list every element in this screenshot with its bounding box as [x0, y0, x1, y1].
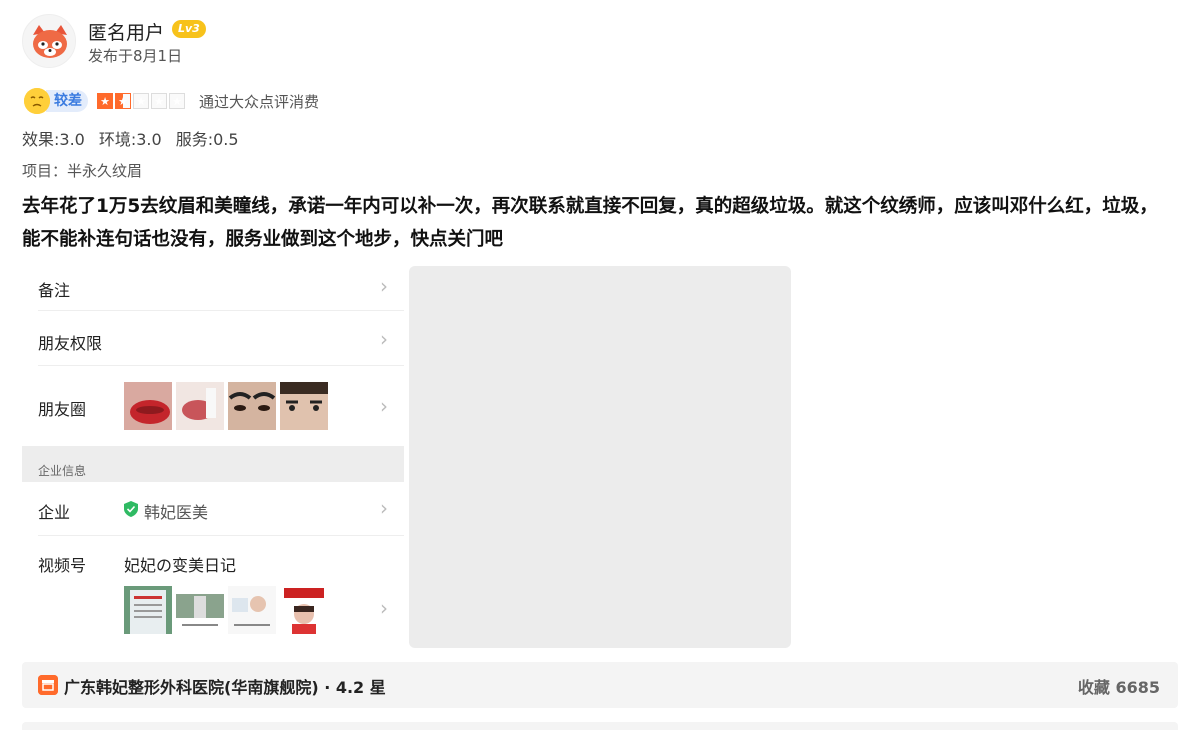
video-thumbnails: [124, 586, 328, 634]
review-body: 去年花了1万5去纹眉和美瞳线，承诺一年内可以补一次，再次联系就直接不回复，真的超…: [22, 196, 1158, 250]
friend-permission-label: 朋友权限: [38, 334, 103, 353]
moments-thumbnails: [124, 382, 328, 430]
collect-count[interactable]: 收藏 6685: [1078, 674, 1160, 698]
chevron-right-icon: ›: [380, 274, 388, 298]
video-thumbnail: [124, 586, 172, 634]
row-company: 企业 韩妃医美 ›: [22, 482, 404, 536]
section-title: 企业信息: [38, 464, 87, 478]
chevron-right-icon: ›: [380, 496, 388, 520]
chevron-right-icon: ›: [380, 596, 388, 620]
star-empty-icon: ★: [169, 93, 185, 109]
section-header: 企业信息: [22, 446, 404, 482]
star-rating: ★ ★ ★ ★ ★: [97, 93, 185, 109]
next-card-edge: [22, 722, 1178, 730]
moments-label: 朋友圈: [38, 400, 87, 419]
score-environment: 环境:3.0: [98, 130, 162, 149]
moments-photo: [124, 382, 172, 430]
channel-label: 视频号: [38, 556, 87, 575]
video-thumbnail: [176, 586, 224, 634]
rating-row: 较差 ★ ★ ★ ★ ★ 通过大众点评消费: [22, 88, 622, 114]
video-thumbnail: [280, 586, 328, 634]
score-service: 服务:0.5: [175, 130, 239, 149]
row-friend-permission: 朋友权限 ›: [22, 311, 404, 366]
avatar[interactable]: [22, 14, 76, 68]
moments-photo: [228, 382, 276, 430]
row-remark: 备注 ›: [22, 266, 404, 311]
row-video-channel: 视频号 妃妃の变美日记 ›: [22, 536, 404, 648]
star-icon: ★: [97, 93, 113, 109]
sub-scores: 效果:3.0 环境:3.0 服务:0.5: [22, 126, 239, 150]
level-badge: Lv3: [172, 20, 206, 38]
star-half-icon: ★: [115, 93, 131, 109]
wechat-profile-screenshot: 备注 › 朋友权限 › 朋友圈 › 企业信息 企业 韩妃医美 › 视频号 妃妃の…: [22, 266, 404, 648]
video-thumbnail: [228, 586, 276, 634]
chevron-right-icon: ›: [380, 327, 388, 351]
remark-label: 备注: [38, 281, 71, 300]
shop-icon: [38, 675, 58, 695]
verified-shield-icon: [124, 501, 138, 517]
row-moments: 朋友圈 ›: [22, 366, 404, 446]
username[interactable]: 匿名用户: [88, 18, 164, 45]
post-time: 发布于8月1日: [88, 47, 183, 65]
consumption-source: 通过大众点评消费: [199, 93, 320, 111]
review-header: 匿名用户 Lv3 发布于8月1日: [22, 14, 522, 68]
shop-bar[interactable]: 广东韩妃整形外科医院(华南旗舰院) · 4.2 星 收藏 6685: [22, 662, 1178, 708]
project-label: 项目：半永久纹眉: [22, 162, 143, 180]
company-label: 企业: [38, 503, 71, 522]
score-effect: 效果:3.0: [22, 130, 85, 149]
rating-label: 较差: [46, 90, 88, 112]
star-empty-icon: ★: [151, 93, 167, 109]
channel-name: 妃妃の变美日记: [124, 556, 237, 575]
chevron-right-icon: ›: [380, 394, 388, 418]
shop-name[interactable]: 广东韩妃整形外科医院(华南旗舰院) · 4.2 星: [64, 674, 386, 698]
moments-photo: [280, 382, 328, 430]
review-image-placeholder[interactable]: [409, 266, 791, 648]
frown-face-icon: [24, 88, 50, 114]
moments-photo: [176, 382, 224, 430]
red-panda-avatar-icon: [23, 15, 75, 67]
company-name: 韩妃医美: [144, 503, 209, 522]
star-empty-icon: ★: [133, 93, 149, 109]
